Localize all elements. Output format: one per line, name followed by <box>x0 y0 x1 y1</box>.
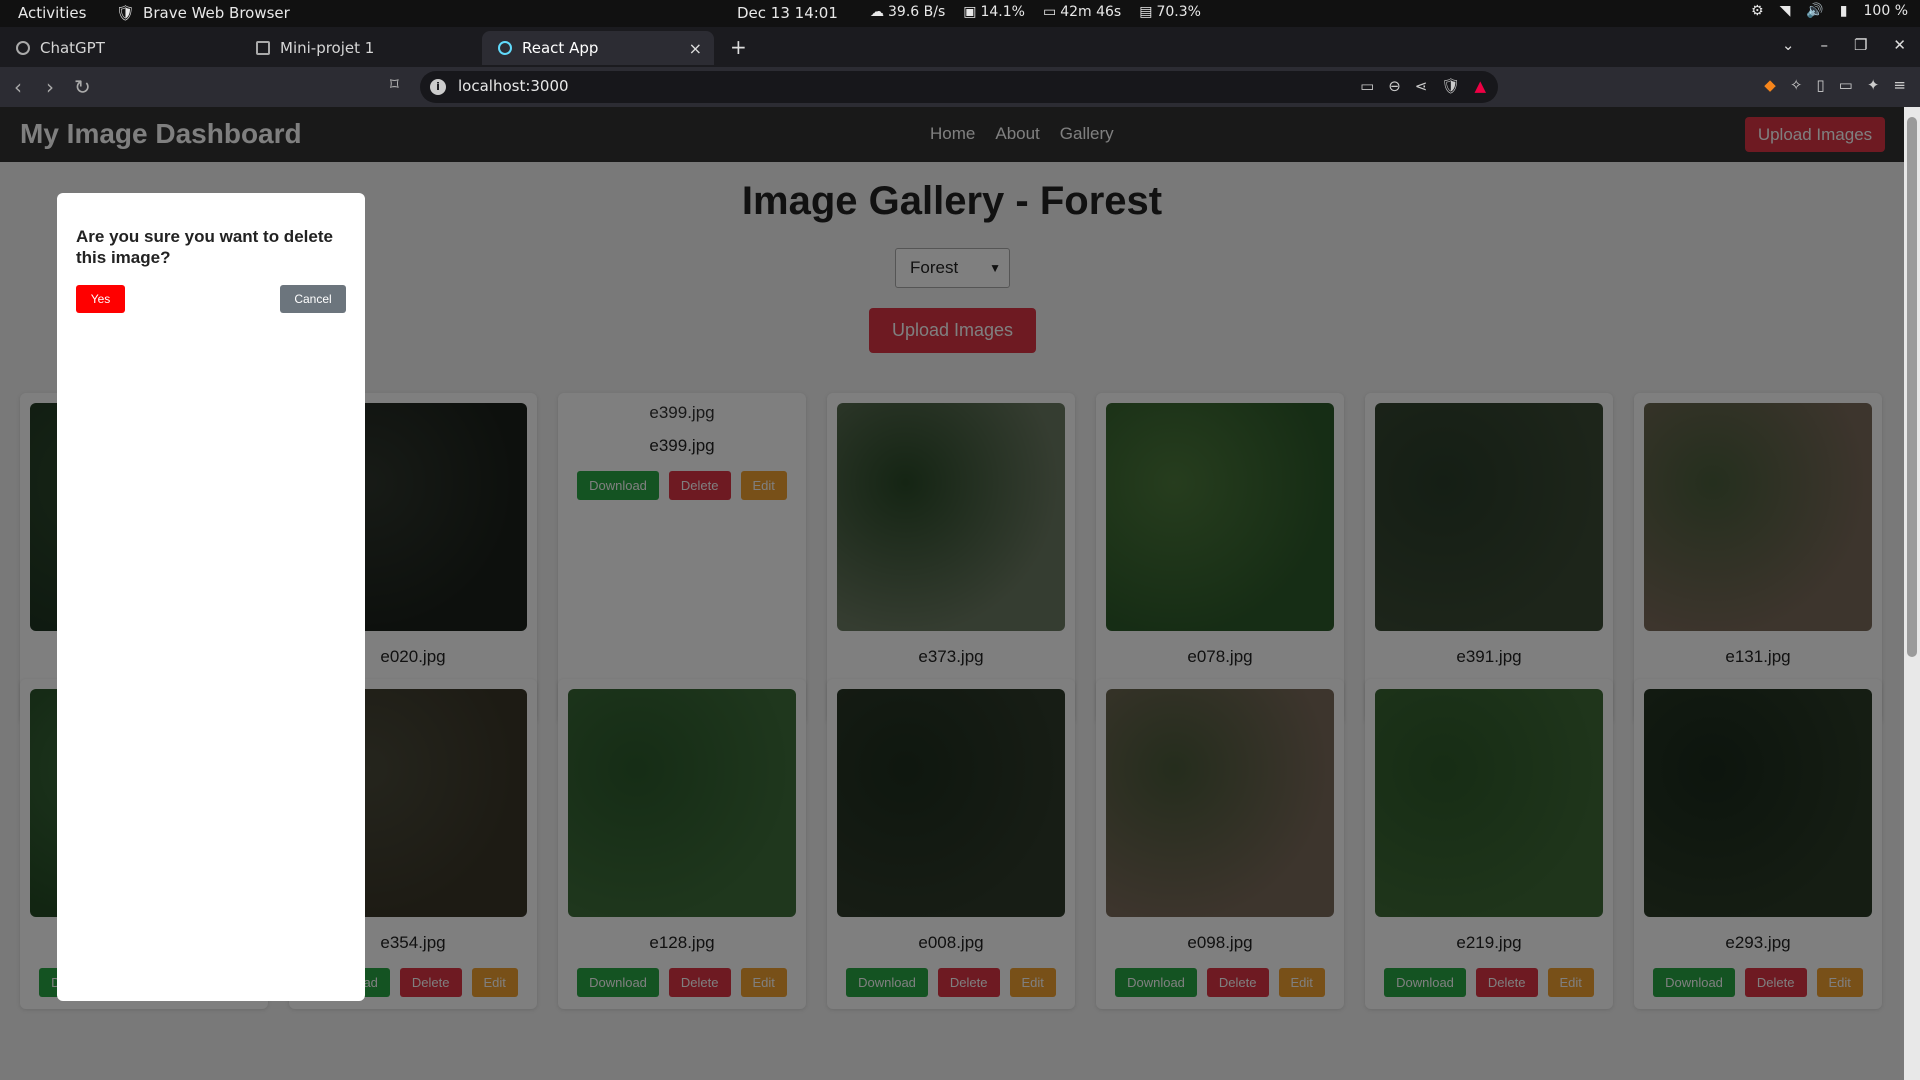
tab-search-icon[interactable]: ⌄ <box>1782 36 1795 54</box>
tab-close-icon[interactable]: × <box>689 39 702 58</box>
bookmark-icon[interactable]: ⌑ <box>390 75 399 95</box>
back-icon[interactable]: ‹ <box>14 75 22 99</box>
monitor-icon: ▭ <box>1042 4 1057 20</box>
uptime-value: 42m 46s <box>1060 4 1122 20</box>
address-bar-actions: ▭ ⊖ ⋖ 🛡 ▲ <box>1360 77 1486 95</box>
system-monitor: ☁ 39.6 B/s ▣ 14.1% ▭ 42m 46s ▤ 70.3% <box>870 4 1201 20</box>
page-scrollbar[interactable] <box>1904 107 1920 1080</box>
confirm-yes-button[interactable]: Yes <box>76 285 125 313</box>
url-text[interactable]: localhost:3000 <box>458 77 569 95</box>
minimize-icon[interactable]: – <box>1820 36 1828 54</box>
system-top-bar: Activities 🛡 Brave Web Browser Dec 13 14… <box>0 0 1920 27</box>
uptime-stat: ▭ 42m 46s <box>1043 4 1121 20</box>
memory-icon: ▤ <box>1139 4 1153 20</box>
tab-label: Mini-projet 1 <box>280 39 375 57</box>
network-stat: ☁ 39.6 B/s <box>870 4 945 20</box>
brave-rewards-icon[interactable]: ▲ <box>1474 77 1486 95</box>
cloud-icon: ☁ <box>870 4 884 20</box>
menu-icon[interactable]: ≡ <box>1893 76 1906 94</box>
cancel-button[interactable]: Cancel <box>280 285 346 313</box>
memory-stat: ▤ 70.3% <box>1139 4 1201 20</box>
system-tray[interactable]: ⚙ ◥ 🔊 ▮ 100 % <box>1751 3 1908 19</box>
window-controls: ⌄ – ❐ ✕ <box>1782 36 1906 54</box>
brave-logo-icon: 🛡 <box>116 4 136 22</box>
tab-chatgpt[interactable]: ChatGPT <box>0 31 240 65</box>
close-window-icon[interactable]: ✕ <box>1893 36 1906 54</box>
react-favicon-icon <box>498 41 512 55</box>
app-name: Brave Web Browser <box>143 4 290 22</box>
share-icon[interactable]: ⋖ <box>1415 77 1428 95</box>
chip-icon: ▣ <box>963 4 977 20</box>
address-bar[interactable]: i localhost:3000 ▭ ⊖ ⋖ 🛡 ▲ <box>420 71 1498 103</box>
browser-toolbar: ‹ › ↻ ⌑ i localhost:3000 ▭ ⊖ ⋖ 🛡 ▲ ◆ ✧ ▯… <box>0 67 1920 107</box>
reload-icon[interactable]: ↻ <box>74 75 91 99</box>
leo-ai-icon[interactable]: ✦ <box>1867 76 1880 94</box>
wifi-icon: ◥ <box>1779 3 1791 19</box>
battery-icon: ▮ <box>1839 3 1848 19</box>
tab-label: React App <box>522 39 599 57</box>
cpu-usage: 14.1% <box>980 4 1025 20</box>
brave-shields-icon[interactable]: 🛡 <box>1441 77 1460 95</box>
memory-usage: 70.3% <box>1156 4 1201 20</box>
volume-icon: 🔊 <box>1806 3 1824 19</box>
activities-button[interactable]: Activities <box>18 4 86 22</box>
app-menu[interactable]: 🛡 Brave Web Browser <box>116 4 290 22</box>
image-favicon-icon <box>256 41 270 55</box>
network-rate: 39.6 B/s <box>888 4 946 20</box>
tab-label: ChatGPT <box>40 39 105 57</box>
extensions-icon[interactable]: ✧ <box>1790 76 1803 94</box>
zoom-icon[interactable]: ⊖ <box>1388 77 1401 95</box>
extensions-tray-icon: ⚙ <box>1751 3 1764 19</box>
screen: Activities 🛡 Brave Web Browser Dec 13 14… <box>0 0 1920 1080</box>
new-tab-button[interactable]: + <box>730 35 747 59</box>
battery-level: 100 % <box>1863 3 1908 19</box>
maximize-icon[interactable]: ❐ <box>1854 36 1867 54</box>
delete-confirm-modal: Are you sure you want to delete this ima… <box>57 193 365 1001</box>
scrollbar-thumb[interactable] <box>1907 117 1917 657</box>
web-page: My Image Dashboard Home About Gallery Up… <box>0 107 1904 1080</box>
forward-icon[interactable]: › <box>46 75 54 99</box>
wallet-icon[interactable]: ▭ <box>1839 76 1853 94</box>
cast-icon[interactable]: ▭ <box>1360 77 1374 95</box>
chatgpt-favicon-icon <box>16 41 30 55</box>
extension-icons: ◆ ✧ ▯ ▭ ✦ ≡ <box>1764 76 1906 94</box>
metamask-icon[interactable]: ◆ <box>1764 76 1776 94</box>
modal-message: Are you sure you want to delete this ima… <box>76 227 333 267</box>
clock[interactable]: Dec 13 14:01 <box>737 4 838 22</box>
tab-react-app[interactable]: React App × <box>482 31 714 65</box>
sidebar-icon[interactable]: ▯ <box>1816 76 1824 94</box>
site-info-icon[interactable]: i <box>430 79 446 95</box>
tab-mini-projet[interactable]: Mini-projet 1 <box>240 31 480 65</box>
cpu-stat: ▣ 14.1% <box>963 4 1025 20</box>
